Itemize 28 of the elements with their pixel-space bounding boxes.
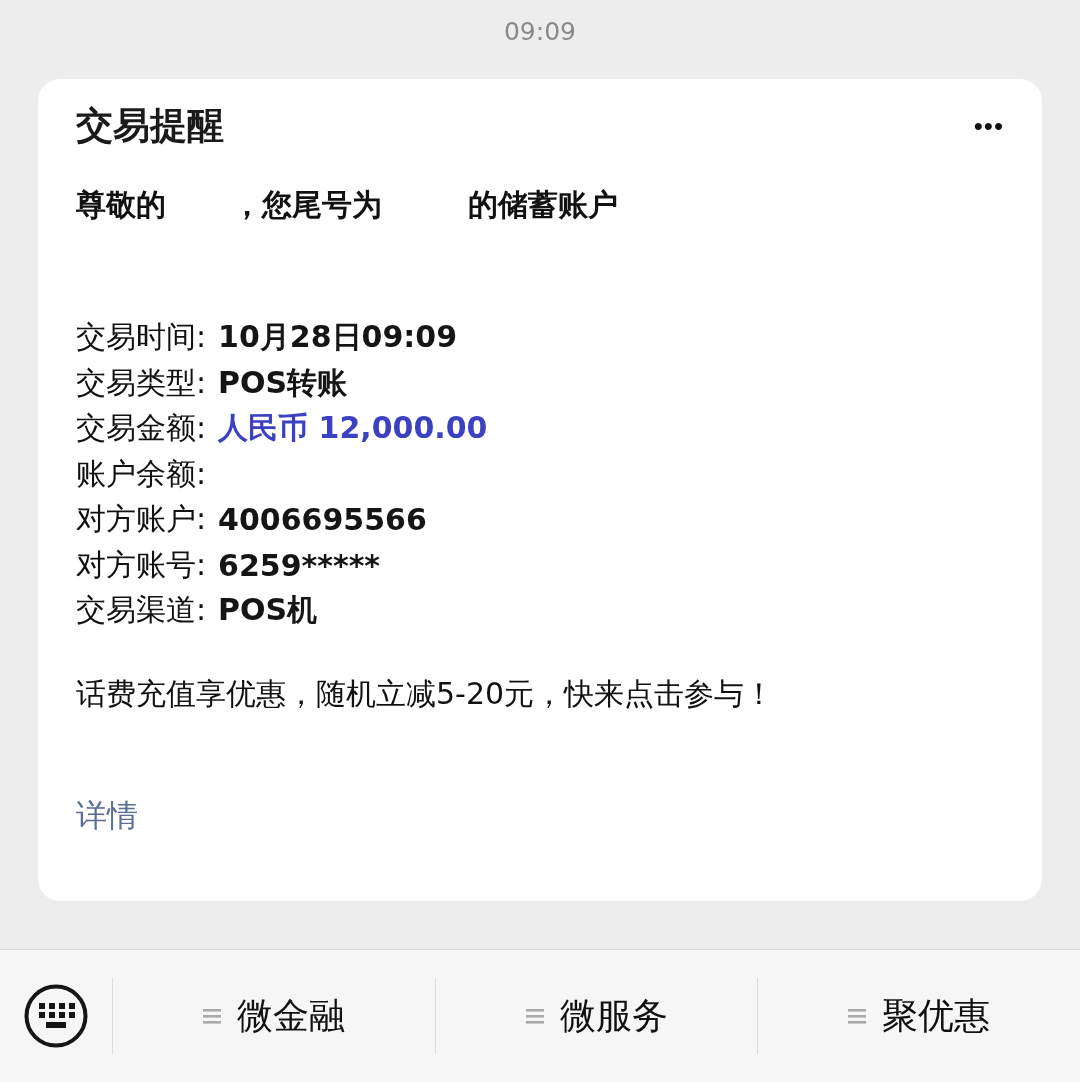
card-title: 交易提醒: [76, 103, 224, 149]
field-value: 人民币 12,000.00: [218, 409, 488, 448]
menu-button[interactable]: 微服务: [525, 991, 668, 1041]
greeting-text: ，您尾号为: [232, 185, 382, 224]
field-label: 交易时间:: [76, 318, 207, 357]
field-value: POS机: [218, 591, 318, 630]
greeting-text: 的储蓄账户: [468, 185, 618, 224]
menu-button[interactable]: 聚优惠: [848, 991, 991, 1041]
field-label: 账户余额:: [76, 454, 207, 493]
field-label: 对方账户:: [76, 500, 207, 539]
field-label: 对方账号:: [76, 545, 207, 584]
more-button[interactable]: •••: [973, 110, 1004, 142]
menu-button[interactable]: 微金融: [202, 991, 345, 1041]
details-link[interactable]: 详情: [76, 794, 138, 837]
field-value: 6259*****: [218, 547, 381, 583]
field-value: POS转账: [218, 363, 348, 402]
menu-icon: [525, 1008, 544, 1024]
message-time: 09:09: [503, 17, 576, 48]
field-value: 10月28日09:09: [218, 318, 458, 357]
keyboard-icon[interactable]: [24, 984, 88, 1048]
menu-icon: [202, 1008, 221, 1024]
field-label: 交易金额:: [76, 409, 207, 448]
greeting-text: 尊敬的: [76, 185, 166, 224]
promo-text: 话费充值享优惠，随机立减5-20元，快来点击参与！: [76, 674, 776, 713]
field-value: 4006695566: [218, 502, 427, 538]
menu-icon: [848, 1008, 867, 1024]
field-label: 交易渠道:: [76, 591, 207, 630]
field-label: 交易类型:: [76, 363, 207, 402]
